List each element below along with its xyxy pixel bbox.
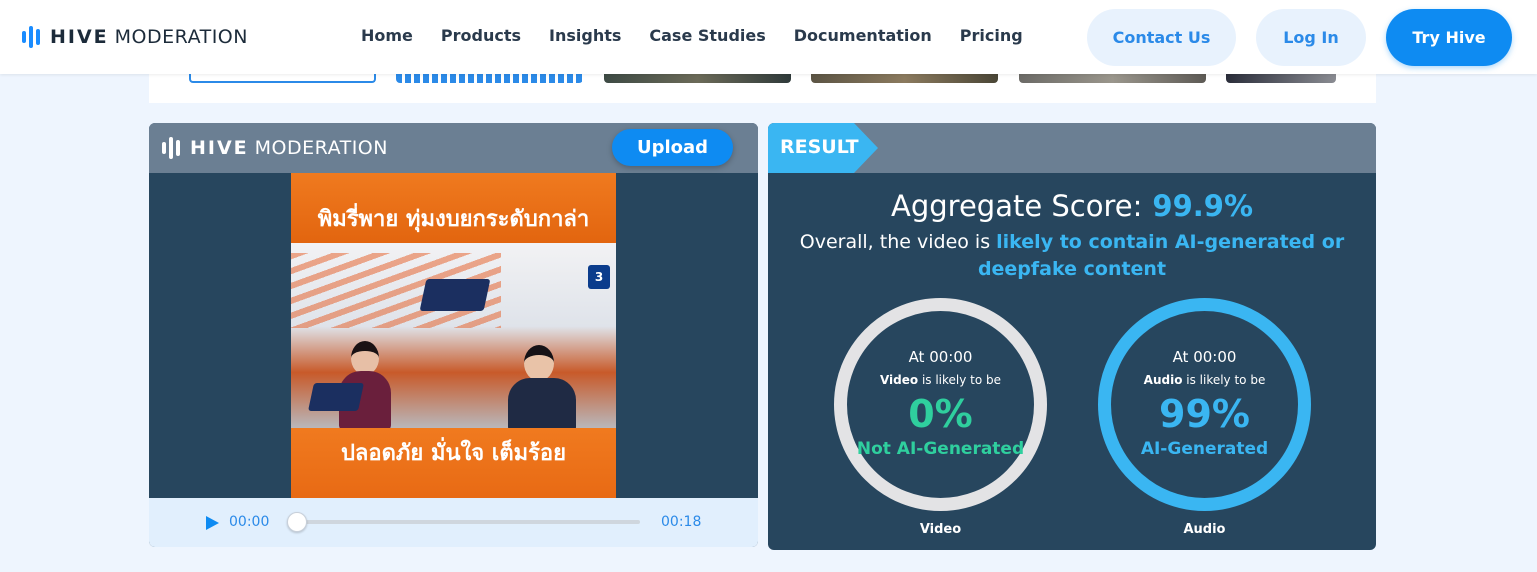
hive-logo[interactable]: HIVE MODERATION — [22, 26, 248, 48]
nav-links: Home Products Insights Case Studies Docu… — [361, 26, 1051, 45]
anchor-male-head — [524, 345, 554, 381]
media-controls: 00:00 00:18 — [149, 498, 758, 547]
video-score-likely: Video is likely to be — [847, 373, 1034, 387]
sample-thumbnail[interactable] — [1226, 74, 1336, 83]
sample-thumbnail[interactable] — [1019, 74, 1206, 83]
audio-score-time: At 00:00 — [1172, 348, 1237, 366]
video-score-percent: 0% — [908, 392, 973, 436]
audio-score-likely: Audio is likely to be — [1111, 373, 1298, 387]
audio-score-label: AI-Generated — [1140, 439, 1269, 459]
result-panel-header: RESULT — [768, 123, 1376, 173]
news-badge-lower — [308, 383, 364, 411]
sample-thumbnail-selected[interactable] — [396, 74, 583, 83]
overall-verdict-highlight: likely to contain AI-generated or deepfa… — [977, 231, 1345, 280]
audio-score-caption: Audio — [1183, 522, 1226, 537]
overall-verdict-prefix: Overall, the video is — [799, 231, 997, 253]
audio-score-percent: 99% — [1159, 392, 1250, 436]
channel-logo: 3 — [588, 265, 610, 289]
sample-thumbnail[interactable] — [604, 74, 791, 83]
video-bottom-caption: ปลอดภัย มั่นใจ เต็มร้อย — [340, 441, 567, 466]
video-frame[interactable]: พิมรี่พาย ทุ่มงบยกระดับกาล่า 3 ปลอดภัย ม… — [291, 173, 616, 498]
hive-logo-icon — [162, 137, 180, 159]
audio-score-kind: Audio — [1143, 373, 1183, 387]
logo-text-bold: HIVE — [50, 26, 109, 48]
logo-text-light: MODERATION — [254, 137, 388, 159]
try-hive-button[interactable]: Try Hive — [1386, 9, 1512, 66]
anchor-female-head — [351, 341, 379, 375]
video-score-likely-text: is likely to be — [918, 373, 1002, 387]
seek-bar[interactable] — [297, 520, 640, 524]
sample-thumbnail[interactable] — [811, 74, 998, 83]
audio-score-likely-text: is likely to be — [1182, 373, 1266, 387]
contact-us-button[interactable]: Contact Us — [1087, 9, 1236, 66]
seek-handle[interactable] — [287, 512, 307, 532]
log-in-button[interactable]: Log In — [1256, 9, 1366, 66]
logo-text-light: MODERATION — [114, 26, 248, 48]
result-tag-label: RESULT — [780, 136, 859, 158]
sample-thumbnail-strip — [149, 74, 1376, 103]
video-top-caption: พิมรี่พาย ทุ่มงบยกระดับกาล่า — [317, 207, 590, 232]
video-score-caption: Video — [919, 522, 962, 537]
hive-logo-icon — [22, 26, 40, 48]
aggregate-score-label: Aggregate Score: — [891, 189, 1143, 223]
video-score-time: At 00:00 — [908, 348, 973, 366]
anchor-male — [508, 378, 576, 433]
video-score-label: Not AI-Generated — [856, 439, 1025, 459]
current-time: 00:00 — [229, 514, 270, 530]
aggregate-score-value: 99.9% — [1152, 189, 1253, 223]
video-score-kind: Video — [879, 373, 919, 387]
play-icon[interactable] — [206, 516, 219, 530]
result-panel: RESULT Aggregate Score: 99.9% Overall, th… — [768, 123, 1376, 550]
nav-link-products[interactable]: Products — [441, 26, 521, 45]
nav-link-pricing[interactable]: Pricing — [960, 26, 1023, 45]
nav-link-case-studies[interactable]: Case Studies — [649, 26, 765, 45]
sample-thumbnail[interactable] — [189, 74, 376, 83]
top-navbar: HIVE MODERATION Home Products Insights C… — [0, 0, 1537, 74]
nav-link-documentation[interactable]: Documentation — [794, 26, 932, 45]
video-score-ring: At 00:00 Video is likely to be 0% Not AI… — [834, 298, 1047, 511]
nav-link-home[interactable]: Home — [361, 26, 413, 45]
news-badge — [419, 279, 491, 311]
media-player-panel: HIVE MODERATION Upload พิมรี่พาย ทุ่มงบย… — [149, 123, 758, 547]
news-studio-scene: 3 — [291, 243, 616, 498]
logo-text-bold: HIVE — [190, 137, 249, 159]
total-time: 00:18 — [661, 514, 702, 530]
aggregate-score: Aggregate Score: 99.9% — [768, 189, 1376, 223]
overall-verdict: Overall, the video is likely to contain … — [782, 229, 1362, 283]
audio-score-ring: At 00:00 Audio is likely to be 99% AI-Ge… — [1098, 298, 1311, 511]
player-panel-header: HIVE MODERATION Upload — [149, 123, 758, 173]
nav-link-insights[interactable]: Insights — [549, 26, 621, 45]
panel-hive-logo: HIVE MODERATION — [162, 137, 388, 159]
upload-button[interactable]: Upload — [612, 129, 733, 166]
